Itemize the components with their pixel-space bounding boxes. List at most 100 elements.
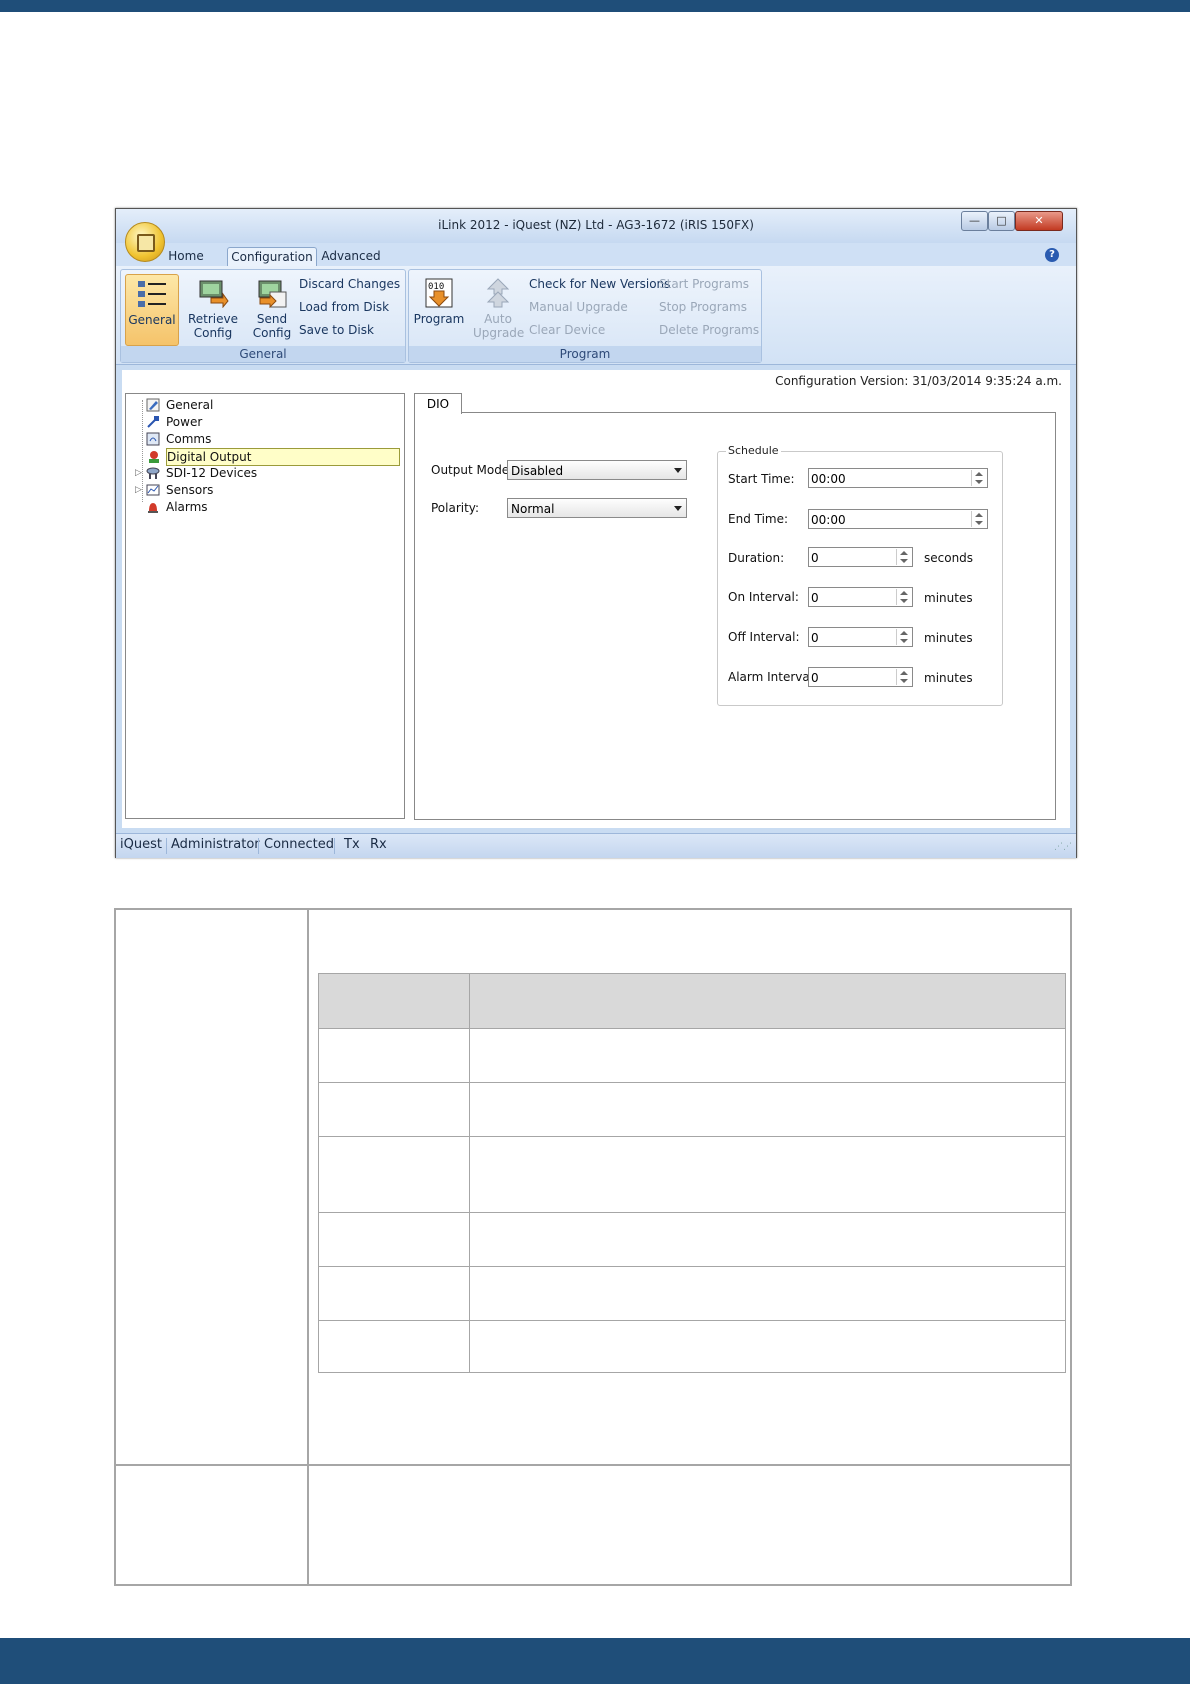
alarm-interval-label: Alarm Interval:	[728, 670, 818, 684]
spin-arrows-icon[interactable]	[971, 511, 986, 527]
inner-table-row-divider	[319, 1082, 1065, 1083]
tab-configuration[interactable]: Configuration	[227, 247, 317, 267]
start-time-input[interactable]: 00:00	[808, 468, 988, 488]
tree-item-label: General	[166, 398, 214, 412]
alarm-interval-input[interactable]: 0	[808, 667, 913, 687]
general-button-label: General	[128, 313, 176, 327]
alarm-light-icon	[148, 503, 158, 513]
program-button[interactable]: 010 Program	[413, 274, 465, 344]
bottom-band	[0, 1638, 1190, 1684]
end-time-input[interactable]: 00:00	[808, 509, 988, 529]
inner-table-row-divider	[319, 1028, 1065, 1029]
off-interval-input[interactable]: 0	[808, 627, 913, 647]
tree-connector-line	[142, 400, 144, 502]
auto-upgrade-button[interactable]: Auto Upgrade	[473, 274, 524, 344]
stop-programs-button[interactable]: Stop Programs	[659, 300, 747, 314]
load-from-disk-button[interactable]: Load from Disk	[299, 300, 389, 314]
tree-item-label: Digital Output	[167, 450, 252, 464]
resize-grip-icon[interactable]: ⋰⋰	[1054, 842, 1072, 852]
status-rx: Rx	[370, 837, 387, 852]
polarity-label: Polarity:	[431, 501, 480, 515]
tree-item-sensors[interactable]: ▷ Sensors	[135, 482, 214, 498]
plug-icon	[147, 416, 159, 428]
title-bar: iLink 2012 - iQuest (NZ) Ltd - AG3-1672 …	[116, 209, 1076, 243]
program-button-label: Program	[413, 312, 465, 326]
tab-dio[interactable]: DIO	[414, 393, 462, 414]
main-content: Configuration Version: 31/03/2014 9:35:2…	[122, 370, 1070, 828]
ribbon-group-program-label: Program	[409, 346, 761, 362]
delete-programs-button[interactable]: Delete Programs	[659, 323, 759, 337]
window-title: iLink 2012 - iQuest (NZ) Ltd - AG3-1672 …	[438, 218, 754, 232]
status-tx: Tx	[344, 837, 360, 852]
dio-panel: Output Mode: Disabled Polarity: Normal S…	[414, 412, 1056, 820]
off-interval-value: 0	[811, 631, 819, 645]
inner-table-row-divider	[319, 1136, 1065, 1137]
document-table	[114, 908, 1072, 1586]
close-button[interactable]: ✕	[1015, 211, 1063, 231]
tree-item-sdi12-devices[interactable]: ▷ SDI-12 Devices	[135, 465, 258, 481]
retrieve-config-button[interactable]: Retrieve Config	[185, 274, 241, 344]
check-new-versions-button[interactable]: Check for New Versions	[529, 277, 670, 291]
on-interval-input[interactable]: 0	[808, 587, 913, 607]
tree-item-comms[interactable]: Comms	[146, 431, 212, 447]
tab-home[interactable]: Home	[164, 247, 208, 266]
expand-arrow-icon[interactable]: ▷	[135, 465, 142, 481]
spin-arrows-icon[interactable]	[896, 629, 911, 645]
tree-item-label: Sensors	[166, 483, 214, 497]
config-tree: General Power Comms Digital Output ▷ SDI…	[125, 393, 405, 819]
save-to-disk-button[interactable]: Save to Disk	[299, 323, 374, 337]
status-connection: Connected	[264, 837, 335, 852]
ribbon-tab-bar: Home Configuration Advanced ?	[116, 243, 1076, 267]
status-separator	[258, 838, 259, 854]
end-time-value: 00:00	[811, 513, 846, 527]
tree-item-label: Alarms	[166, 500, 208, 514]
discard-changes-button[interactable]: Discard Changes	[299, 277, 400, 291]
on-interval-value: 0	[811, 591, 819, 605]
schedule-group: Schedule Start Time: 00:00 End Time: 00:…	[717, 444, 1003, 706]
start-time-label: Start Time:	[728, 472, 795, 486]
minimize-button[interactable]: —	[961, 211, 988, 231]
help-icon[interactable]: ?	[1045, 248, 1059, 262]
spin-arrows-icon[interactable]	[896, 669, 911, 685]
spin-arrows-icon[interactable]	[896, 589, 911, 605]
tab-advanced[interactable]: Advanced	[320, 247, 382, 266]
expand-arrow-icon[interactable]: ▷	[135, 482, 142, 498]
spin-arrows-icon[interactable]	[971, 470, 986, 486]
tree-item-power[interactable]: Power	[147, 414, 202, 430]
application-menu-button[interactable]	[125, 222, 165, 262]
polarity-select[interactable]: Normal	[507, 498, 687, 518]
duration-label: Duration:	[728, 551, 785, 565]
send-config-button[interactable]: Send Config	[249, 274, 295, 344]
on-interval-unit: minutes	[924, 591, 973, 605]
tree-item-digital-output[interactable]: Digital Output	[149, 448, 400, 466]
ribbon: General Retrieve Config Send Config Disc…	[116, 266, 1076, 365]
start-time-value: 00:00	[811, 472, 846, 486]
duration-input[interactable]: 0	[808, 547, 913, 567]
status-separator	[166, 838, 167, 854]
sdi12-device-icon	[146, 467, 160, 479]
inner-table-row-divider	[319, 1320, 1065, 1321]
maximize-button[interactable]: □	[988, 211, 1015, 231]
status-separator	[334, 838, 335, 854]
inner-table-row-divider	[319, 1212, 1065, 1213]
chevron-down-icon	[674, 506, 682, 511]
top-band	[0, 0, 1190, 12]
inner-table-header	[319, 974, 1065, 1029]
tree-item-label: SDI-12 Devices	[166, 466, 258, 480]
off-interval-unit: minutes	[924, 631, 973, 645]
status-bar: iQuest Administrator Connected Tx Rx ⋰⋰	[116, 833, 1076, 858]
start-programs-button[interactable]: Start Programs	[659, 277, 749, 291]
schedule-title: Schedule	[726, 444, 781, 457]
output-mode-value: Disabled	[511, 464, 564, 478]
inner-table-column-divider	[469, 974, 470, 1372]
spin-arrows-icon[interactable]	[896, 549, 911, 565]
output-mode-select[interactable]: Disabled	[507, 460, 687, 480]
tree-item-general[interactable]: General	[146, 397, 214, 413]
tree-item-alarms[interactable]: Alarms	[148, 499, 208, 515]
tree-item-label: Comms	[166, 432, 212, 446]
alarm-interval-value: 0	[811, 671, 819, 685]
general-button[interactable]: General	[125, 274, 179, 346]
pencil-icon	[146, 398, 160, 412]
clear-device-button[interactable]: Clear Device	[529, 323, 605, 337]
manual-upgrade-button[interactable]: Manual Upgrade	[529, 300, 628, 314]
